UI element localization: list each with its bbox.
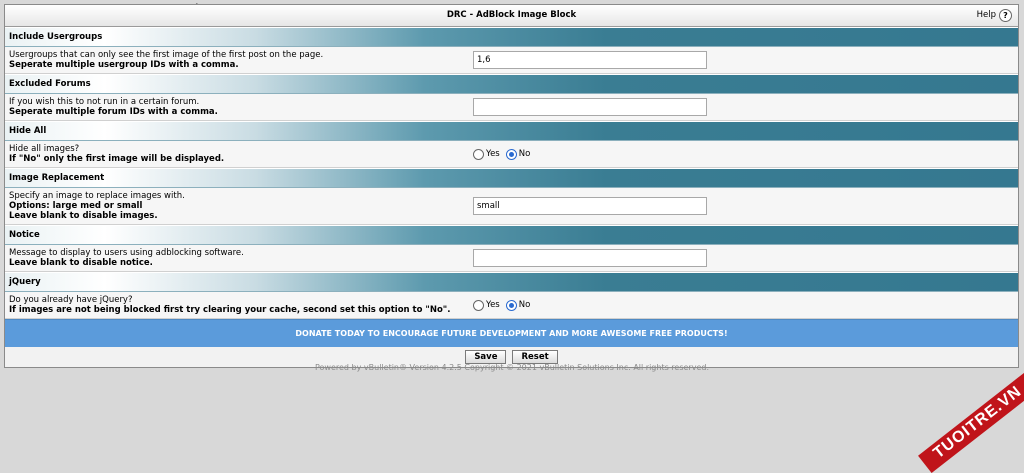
setting-desc-text: Message to display to users using adbloc… (9, 248, 244, 258)
help-link[interactable]: Help ? (977, 5, 1012, 26)
setting-row-jquery: Do you already have jQuery? If images ar… (5, 292, 1018, 319)
setting-desc-text: If you wish this to not run in a certain… (9, 97, 200, 107)
setting-control: Yes No (469, 292, 1018, 318)
setting-desc-bold: Seperate multiple usergroup IDs with a c… (9, 60, 239, 70)
jquery-no-option[interactable]: No (505, 299, 531, 311)
setting-control (469, 94, 1018, 120)
copyright-footer: Powered by vBulletin® Version 4.2.5 Copy… (315, 363, 709, 372)
section-heading-include-usergroups: Include Usergroups (5, 27, 1018, 47)
setting-description: Specify an image to replace images with.… (5, 188, 469, 224)
panel-title: DRC - AdBlock Image Block (446, 10, 577, 20)
donate-text[interactable]: DONATE TODAY TO ENCOURAGE FUTURE DEVELOP… (295, 329, 727, 338)
setting-row-hide-all: Hide all images? If "No" only the first … (5, 141, 1018, 168)
section-heading-image-replacement: Image Replacement (5, 168, 1018, 188)
image-replacement-input[interactable] (473, 197, 707, 215)
setting-desc-bold: If images are not being blocked first tr… (9, 305, 451, 315)
include-usergroups-input[interactable] (473, 51, 707, 69)
section-heading-excluded-forums: Excluded Forums (5, 74, 1018, 94)
setting-description: Hide all images? If "No" only the first … (5, 141, 469, 167)
radio-label-yes: Yes (486, 149, 500, 159)
jquery-yes-option[interactable]: Yes (473, 299, 500, 311)
excluded-forums-input[interactable] (473, 98, 707, 116)
setting-desc-bold: If "No" only the first image will be dis… (9, 154, 225, 164)
setting-description: Message to display to users using adbloc… (5, 245, 469, 271)
setting-desc-bold: Seperate multiple forum IDs with a comma… (9, 107, 218, 117)
setting-description: If you wish this to not run in a certain… (5, 94, 469, 120)
help-label: Help (976, 10, 996, 20)
jquery-yes-radio[interactable] (473, 299, 484, 311)
jquery-no-radio[interactable] (505, 299, 517, 311)
setting-row-include-usergroups: Usergroups that can only see the first i… (5, 47, 1018, 74)
setting-description: Usergroups that can only see the first i… (5, 47, 469, 73)
setting-desc-text: Specify an image to replace images with. (9, 191, 185, 201)
reset-button[interactable]: Reset (512, 350, 558, 364)
panel-titlebar: DRC - AdBlock Image Block Help ? (5, 5, 1018, 27)
setting-description: Do you already have jQuery? If images ar… (5, 292, 469, 318)
radio-label-no: No (518, 149, 531, 159)
watermark-logo: TUOITRE.VN (918, 372, 1024, 473)
section-heading-hide-all: Hide All (5, 121, 1018, 141)
radio-label-yes: Yes (486, 300, 500, 310)
setting-desc-text: Hide all images? (9, 144, 80, 154)
notice-input[interactable] (473, 249, 707, 267)
setting-desc-text: Do you already have jQuery? (9, 295, 133, 305)
setting-control (469, 47, 1018, 73)
setting-control (469, 188, 1018, 224)
setting-row-image-replacement: Specify an image to replace images with.… (5, 188, 1018, 225)
save-button[interactable]: Save (465, 350, 507, 364)
setting-control (469, 245, 1018, 271)
setting-desc-bold: Options: large med or small (9, 201, 143, 211)
radio-label-no: No (518, 300, 531, 310)
donate-banner[interactable]: DONATE TODAY TO ENCOURAGE FUTURE DEVELOP… (5, 319, 1018, 347)
setting-desc-bold: Leave blank to disable notice. (9, 258, 153, 268)
hide-all-no-radio[interactable] (505, 148, 517, 160)
hide-all-no-option[interactable]: No (505, 148, 531, 160)
setting-control: Yes No (469, 141, 1018, 167)
setting-desc-bold: Leave blank to disable images. (9, 211, 158, 221)
setting-row-excluded-forums: If you wish this to not run in a certain… (5, 94, 1018, 121)
help-question-icon[interactable]: ? (999, 9, 1012, 22)
setting-desc-text: Usergroups that can only see the first i… (9, 50, 324, 60)
section-heading-notice: Notice (5, 225, 1018, 245)
hide-all-yes-radio[interactable] (473, 148, 484, 160)
hide-all-yes-option[interactable]: Yes (473, 148, 500, 160)
settings-panel: DRC - AdBlock Image Block Help ? Include… (4, 4, 1019, 368)
setting-row-notice: Message to display to users using adbloc… (5, 245, 1018, 272)
section-heading-jquery: jQuery (5, 272, 1018, 292)
